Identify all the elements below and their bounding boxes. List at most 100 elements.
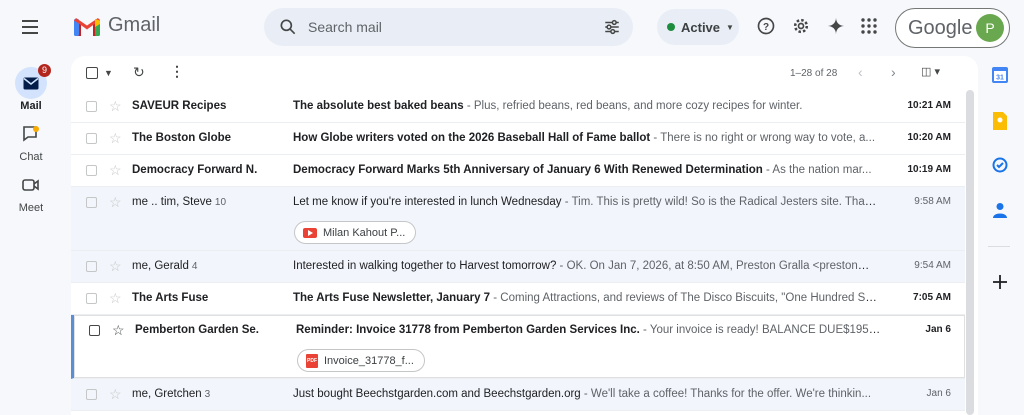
date: 7:05 AM [913,292,951,303]
sender: The Boston Globe [132,132,232,144]
row-checkbox[interactable] [86,261,97,272]
unread-badge: 9 [38,64,51,77]
email-list: ☆ SAVEUR Recipes The absolute best baked… [71,91,965,411]
rail-item-meet[interactable]: Meet [0,169,62,214]
sender: The Arts Fuse [132,292,209,304]
email-row[interactable]: ☆ me, Gretchen 3 Just bought Beechstgarde… [71,379,965,411]
subject-line: Just bought Beechstgarden.com and Beechs… [293,388,878,400]
rail-item-mail[interactable]: 9 Mail [0,64,62,112]
status-selector[interactable]: Active ▼ [657,9,739,45]
calendar-icon[interactable]: 31 [990,65,1010,85]
subject: The absolute best baked beans [293,100,464,112]
more-options-icon[interactable]: ⋮ [170,63,184,80]
pdf-icon: PDF [306,353,318,368]
star-icon[interactable]: ☆ [109,194,122,211]
pagination-count: 1–28 of 28 [790,68,838,79]
thread-count: 4 [191,261,198,272]
attachment-name: Invoice_31778_f... [324,354,414,367]
email-row[interactable]: ☆ The Boston Globe How Globe writers vot… [71,123,965,155]
attachment-chip[interactable]: PDF Invoice_31778_f... [297,349,425,372]
status-dot-icon [667,23,675,31]
email-row[interactable]: ☆ Democracy Forward N. Democracy Forward… [71,155,965,187]
account-button[interactable]: Google P [895,8,1010,48]
select-dropdown-icon[interactable]: ▼ [104,68,113,78]
subject-line: The absolute best baked beans - Plus, re… [293,100,878,112]
thread-count: 3 [204,389,211,400]
split-view-icon[interactable]: ◫​ ▾ [921,65,940,78]
subject: Democracy Forward Marks 5th Anniversary … [293,164,763,176]
sender: me, Gerald 4 [132,260,198,272]
google-wordmark: Google [908,16,973,39]
sender: Democracy Forward N. [132,164,258,176]
attachment-chip[interactable]: Milan Kahout P... [294,221,417,244]
mail-icon [23,77,39,89]
star-icon[interactable]: ☆ [112,322,125,339]
row-checkbox[interactable] [86,165,97,176]
gmail-logo[interactable]: Gmail [74,14,160,37]
email-row[interactable]: ☆ me .. tim, Steve 10 Let me know if you'… [71,187,965,251]
row-checkbox[interactable] [89,325,100,336]
star-icon[interactable]: ☆ [109,130,122,147]
contacts-icon[interactable] [990,200,1010,220]
email-row[interactable]: ☆ Pemberton Garden Se. Reminder: Invoice… [71,315,965,379]
date: 9:54 AM [914,260,951,271]
search-input[interactable]: Search mail [308,19,382,35]
star-icon[interactable]: ☆ [109,386,122,403]
subject-line: Let me know if you're interested in lunc… [293,196,878,208]
subject: Let me know if you're interested in lunc… [293,196,562,208]
main-menu-button[interactable] [19,16,41,38]
email-row[interactable]: ☆ me, Gerald 4 Interested in walking toge… [71,251,965,283]
subject: The Arts Fuse Newsletter, January 7 [293,292,491,304]
subject-line: Democracy Forward Marks 5th Anniversary … [293,164,878,176]
email-row[interactable]: ☆ SAVEUR Recipes The absolute best baked… [71,91,965,123]
star-icon[interactable]: ☆ [109,258,122,275]
subject-line: How Globe writers voted on the 2026 Base… [293,132,878,144]
subject: Just bought Beechstgarden.com and Beechs… [293,388,581,400]
date: 10:20 AM [907,132,951,143]
gemini-sparkle-icon[interactable] [825,15,847,37]
keep-icon[interactable] [990,111,1010,131]
subject-line: Reminder: Invoice 31778 from Pemberton G… [296,324,881,336]
refresh-icon[interactable]: ↻ [133,64,145,81]
row-checkbox[interactable] [86,197,97,208]
date: 9:58 AM [914,196,951,207]
star-icon[interactable]: ☆ [109,98,122,115]
status-label: Active [681,19,721,35]
prev-page-icon[interactable]: ‹ [858,64,863,80]
search-bar[interactable]: Search mail [264,8,633,46]
date: Jan 6 [925,324,951,335]
snippet: - We'll take a coffee! Thanks for the of… [580,388,872,400]
date: 10:21 AM [907,100,951,111]
tasks-icon[interactable] [990,155,1010,175]
row-checkbox[interactable] [86,101,97,112]
search-icon[interactable] [278,17,298,37]
settings-gear-icon[interactable] [790,15,812,37]
snippet: - OK. On Jan 7, 2026, at 8:50 AM, Presto… [556,260,878,272]
sender: Pemberton Garden Se. [135,324,259,336]
sender: me .. tim, Steve 10 [132,196,227,208]
help-icon[interactable]: ? [755,15,777,37]
avatar[interactable]: P [976,14,1004,42]
snippet: - Tim. This is pretty wild! So is the Ra… [561,196,878,208]
scrollbar[interactable] [966,90,974,415]
next-page-icon[interactable]: › [891,64,896,80]
star-icon[interactable]: ☆ [109,290,122,307]
star-icon[interactable]: ☆ [109,162,122,179]
rail-label-meet: Meet [18,202,44,214]
add-addon-icon[interactable] [990,272,1010,292]
rail-item-chat[interactable]: Chat [0,118,62,163]
apps-grid-icon[interactable] [858,15,880,37]
search-options-icon[interactable] [603,18,621,36]
row-checkbox[interactable] [86,389,97,400]
row-checkbox[interactable] [86,293,97,304]
row-checkbox[interactable] [86,133,97,144]
select-all-checkbox[interactable] [86,67,98,79]
email-row[interactable]: ☆ The Arts Fuse The Arts Fuse Newsletter… [71,283,965,315]
snippet: - As the nation mar... [762,164,872,176]
attachment-name: Milan Kahout P... [323,226,406,239]
sender: me, Gretchen 3 [132,388,211,400]
chevron-down-icon: ▼ [726,22,734,32]
snippet: - Plus, refried beans, red beans, and mo… [463,100,803,112]
subject-line: Interested in walking together to Harves… [293,260,878,272]
snippet: - Coming Attractions, and reviews of The… [490,292,878,304]
